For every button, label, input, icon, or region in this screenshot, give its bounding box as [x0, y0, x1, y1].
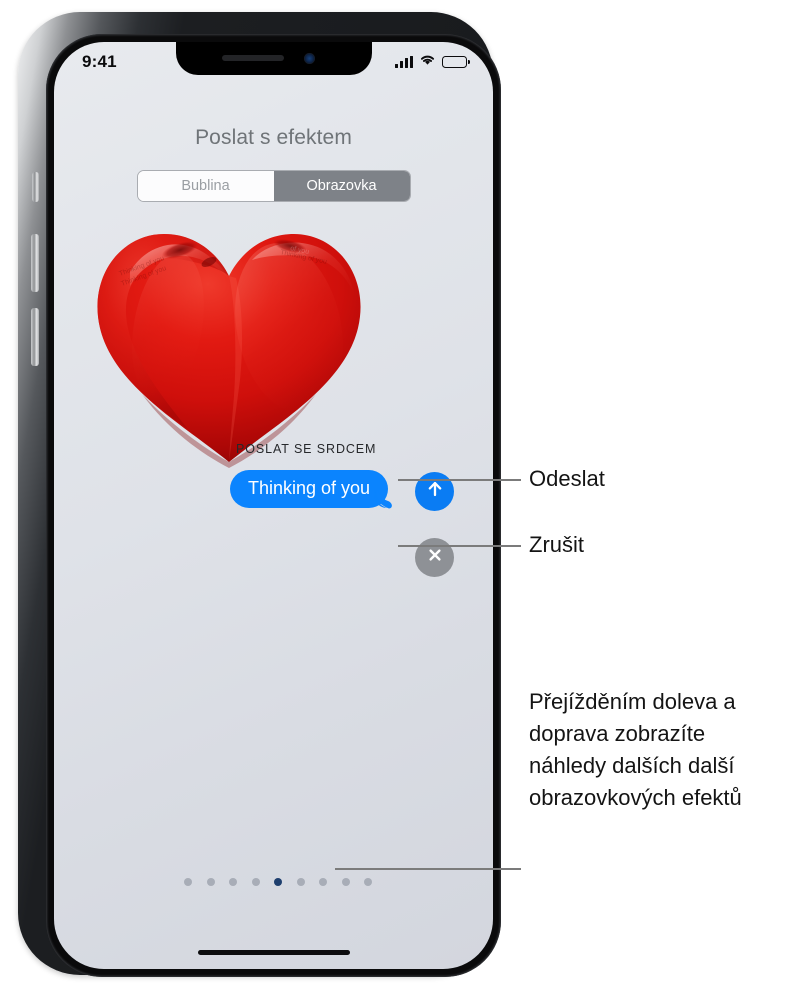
- page-dot[interactable]: [364, 878, 372, 886]
- red-heart-balloon-graphic: Thinking of you Thinking of you Thinking…: [84, 210, 374, 478]
- phone-notch: [175, 42, 372, 75]
- wifi-icon: [419, 53, 436, 71]
- callout-leader-line-send: [398, 479, 521, 481]
- callout-leader-line-swipe: [335, 868, 521, 870]
- page-dot[interactable]: [251, 878, 260, 886]
- page-dot[interactable]: [184, 878, 192, 886]
- page-title: Poslat s efektem: [195, 126, 352, 149]
- callout-leader-line-cancel: [398, 545, 521, 547]
- cancel-button[interactable]: [415, 538, 454, 577]
- send-button[interactable]: [415, 472, 454, 511]
- segment-bubble[interactable]: Bublina: [137, 171, 274, 201]
- page-dot[interactable]: [206, 878, 215, 886]
- phone-screen: 9:41 Poslat s efektem Bublina Obrazovka …: [54, 42, 493, 969]
- page-dot[interactable]: [229, 878, 237, 886]
- page-dot-active[interactable]: [274, 878, 282, 886]
- segment-screen[interactable]: Obrazovka: [273, 171, 410, 201]
- battery-full-icon: [442, 56, 470, 68]
- close-x-icon: [426, 546, 444, 569]
- status-bar-time: 9:41: [82, 52, 117, 71]
- front-camera-icon: [303, 53, 315, 64]
- callout-label-cancel: Zrušit: [529, 532, 584, 557]
- volume-down-button[interactable]: [31, 308, 39, 366]
- signal-bars-icon: [395, 56, 413, 68]
- status-bar-indicators: [395, 49, 470, 71]
- page-dot[interactable]: [296, 878, 305, 886]
- callout-label-swipe: Přejížděním doleva a doprava zobrazíte n…: [529, 689, 742, 810]
- phone-frame: 9:41 Poslat s efektem Bublina Obrazovka …: [18, 12, 501, 977]
- speaker-grille-icon: [221, 55, 284, 61]
- page-dot[interactable]: [341, 878, 350, 886]
- page-dots-indicator[interactable]: [184, 878, 372, 886]
- silent-switch-button[interactable]: [32, 172, 39, 202]
- effect-name-label: POSLAT SE SRDCEM: [236, 442, 377, 456]
- volume-up-button[interactable]: [31, 234, 39, 292]
- bubble-tail: [374, 488, 394, 509]
- page-dot[interactable]: [319, 878, 327, 886]
- arrow-up-icon: [425, 479, 445, 504]
- message-bubble[interactable]: Thinking of you: [230, 470, 392, 508]
- message-text: Thinking of you: [248, 478, 371, 498]
- callout-label-send: Odeslat: [529, 466, 605, 491]
- effect-type-segmented-control[interactable]: Bublina Obrazovka: [136, 170, 411, 202]
- home-indicator[interactable]: [197, 950, 350, 955]
